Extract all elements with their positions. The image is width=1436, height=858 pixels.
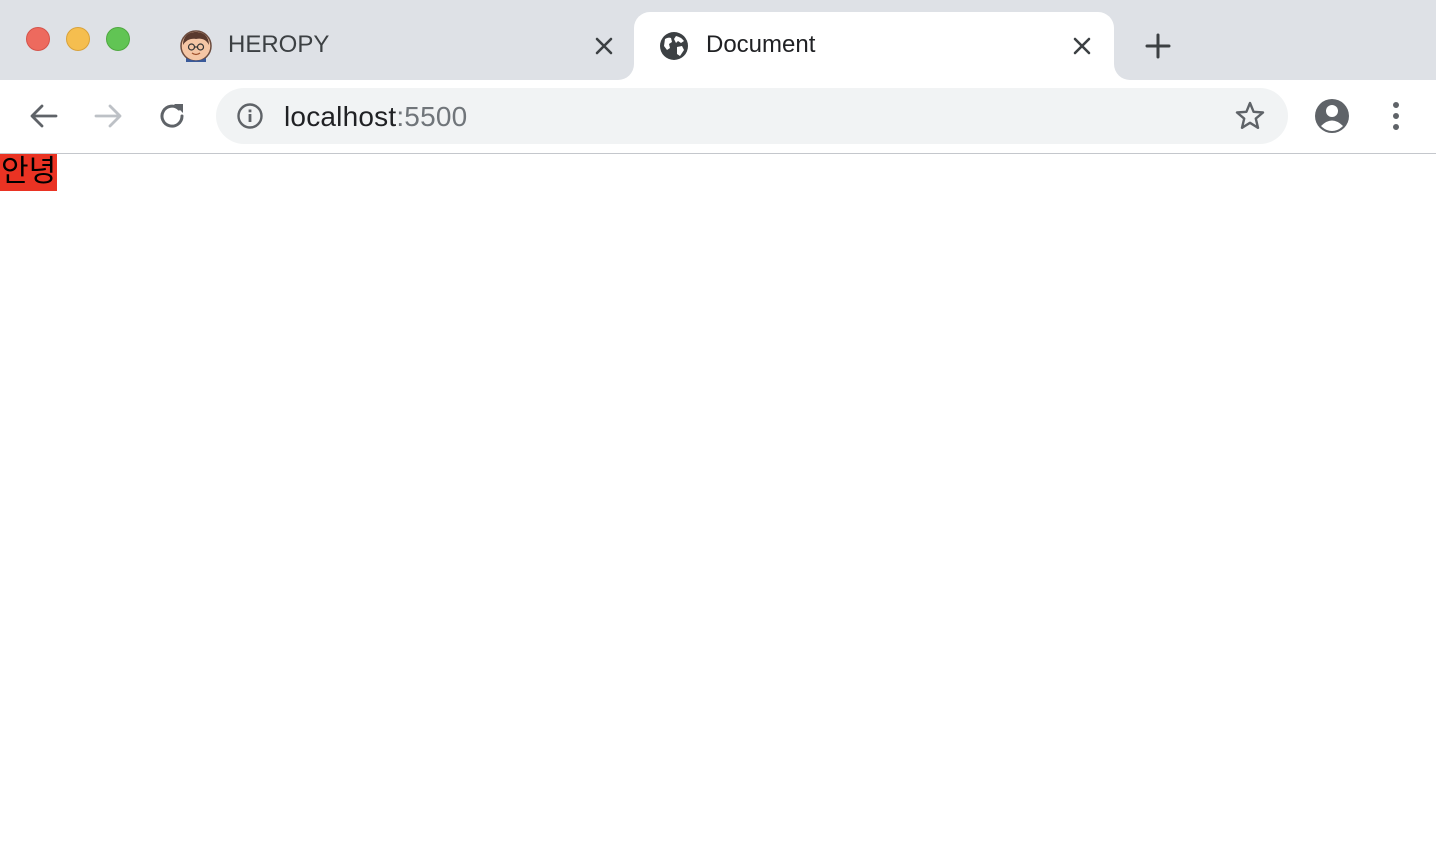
back-button[interactable] <box>26 98 62 134</box>
avatar-icon <box>180 30 212 62</box>
profile-icon[interactable] <box>1312 96 1352 136</box>
tab-title: HEROPY <box>228 31 330 58</box>
tab-strip: HEROPY Document <box>0 0 1436 80</box>
new-tab-button[interactable] <box>1142 30 1174 62</box>
star-icon[interactable] <box>1234 100 1266 132</box>
tab-heropy[interactable]: HEROPY <box>160 12 634 80</box>
window-zoom-button[interactable] <box>106 27 130 51</box>
page-viewport: 안녕 <box>0 154 1436 858</box>
close-icon[interactable] <box>1070 34 1094 58</box>
url-host: localhost <box>284 101 397 132</box>
globe-icon <box>660 32 688 60</box>
forward-button[interactable] <box>90 98 126 134</box>
info-icon[interactable] <box>236 102 264 130</box>
url-text: localhost:5500 <box>284 101 467 133</box>
tab-title: Document <box>706 31 816 58</box>
browser-toolbar: localhost:5500 <box>0 80 1436 154</box>
address-bar[interactable]: localhost:5500 <box>216 88 1288 144</box>
greeting-text: 안녕 <box>0 154 58 191</box>
tab-document[interactable]: Document <box>634 12 1114 80</box>
window-close-button[interactable] <box>26 27 50 51</box>
window-minimize-button[interactable] <box>66 27 90 51</box>
more-menu-icon[interactable] <box>1380 98 1412 134</box>
close-icon[interactable] <box>592 34 616 58</box>
reload-button[interactable] <box>154 98 190 134</box>
url-port: :5500 <box>396 101 468 132</box>
